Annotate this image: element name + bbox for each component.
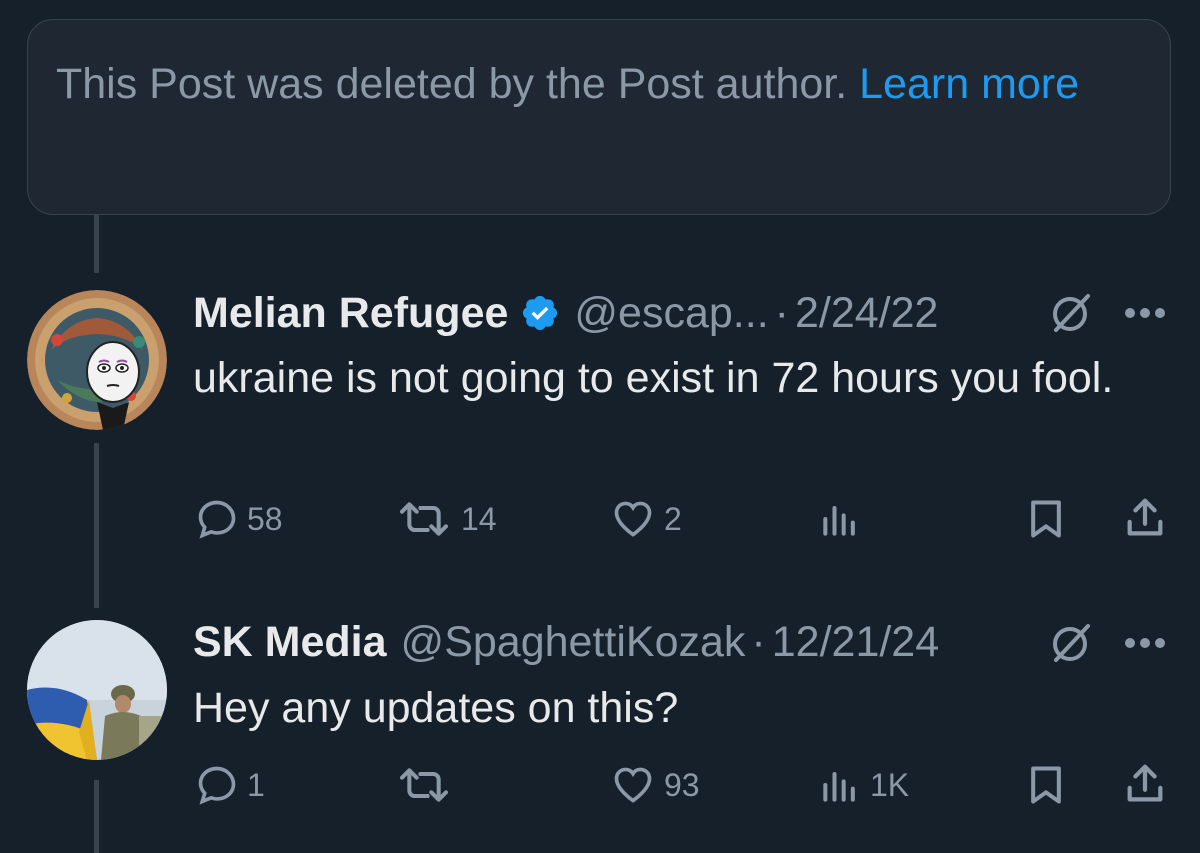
- post-date[interactable]: 12/21/24: [772, 618, 939, 667]
- views-count: 1K: [870, 766, 910, 803]
- learn-more-link[interactable]: Learn more: [859, 60, 1079, 108]
- post-header: SK Media @SpaghettiKozak · 12/21/24: [193, 612, 939, 672]
- reply-button[interactable]: 58: [195, 497, 283, 541]
- thread-line: [94, 780, 99, 853]
- reply-count: 58: [247, 500, 283, 537]
- bookmark-button[interactable]: [1024, 763, 1068, 807]
- author-handle[interactable]: @escap...: [574, 289, 768, 338]
- share-icon: [1127, 498, 1163, 536]
- verified-badge-icon: [520, 293, 560, 333]
- views-icon: [823, 505, 855, 536]
- bookmark-icon: [1031, 766, 1061, 804]
- like-icon: [614, 767, 652, 803]
- more-icon[interactable]: [1122, 306, 1168, 320]
- post-body: ukraine is not going to exist in 72 hour…: [193, 354, 1114, 402]
- post-date[interactable]: 2/24/22: [795, 289, 938, 338]
- repost-button[interactable]: [395, 763, 461, 807]
- author-name[interactable]: Melian Refugee: [193, 289, 508, 338]
- post-body: Hey any updates on this?: [193, 684, 679, 732]
- views-button[interactable]: [818, 497, 870, 541]
- thread-line: [94, 215, 99, 273]
- bookmark-icon: [1031, 500, 1061, 538]
- like-count: 2: [664, 500, 682, 537]
- views-icon: [823, 771, 855, 802]
- separator: ·: [751, 617, 766, 666]
- share-button[interactable]: [1122, 495, 1168, 541]
- reply-count: 1: [247, 766, 265, 803]
- like-button[interactable]: 93: [610, 763, 700, 807]
- share-button[interactable]: [1122, 761, 1168, 807]
- like-count: 93: [664, 766, 700, 803]
- separator: ·: [774, 288, 789, 337]
- deleted-notice-text: This Post was deleted by the Post author…: [56, 60, 848, 108]
- bookmark-button[interactable]: [1024, 497, 1068, 541]
- deleted-post-notice: This Post was deleted by the Post author…: [27, 19, 1171, 215]
- repost-button[interactable]: 14: [395, 497, 497, 541]
- like-icon: [614, 501, 652, 537]
- more-icon[interactable]: [1122, 636, 1168, 650]
- avatar[interactable]: [27, 290, 167, 430]
- like-button[interactable]: 2: [610, 497, 682, 541]
- thread-line: [94, 443, 99, 608]
- post-text: ukraine is not going to exist in 72 hour…: [193, 348, 1153, 408]
- views-button[interactable]: 1K: [818, 763, 909, 807]
- edited-icon[interactable]: [1048, 290, 1094, 336]
- reply-button[interactable]: 1: [195, 763, 265, 807]
- reply-icon: [198, 500, 236, 539]
- author-name[interactable]: SK Media: [193, 618, 387, 667]
- avatar[interactable]: [27, 620, 167, 760]
- repost-count: 14: [461, 500, 497, 537]
- reply-icon: [198, 766, 236, 805]
- share-icon: [1127, 764, 1163, 802]
- post-text: Hey any updates on this?: [193, 678, 1153, 738]
- author-handle[interactable]: @SpaghettiKozak: [401, 618, 746, 667]
- edited-icon[interactable]: [1048, 620, 1094, 666]
- repost-icon: [399, 502, 449, 536]
- repost-icon: [399, 768, 449, 802]
- post-header: Melian Refugee @escap... · 2/24/22: [193, 283, 938, 343]
